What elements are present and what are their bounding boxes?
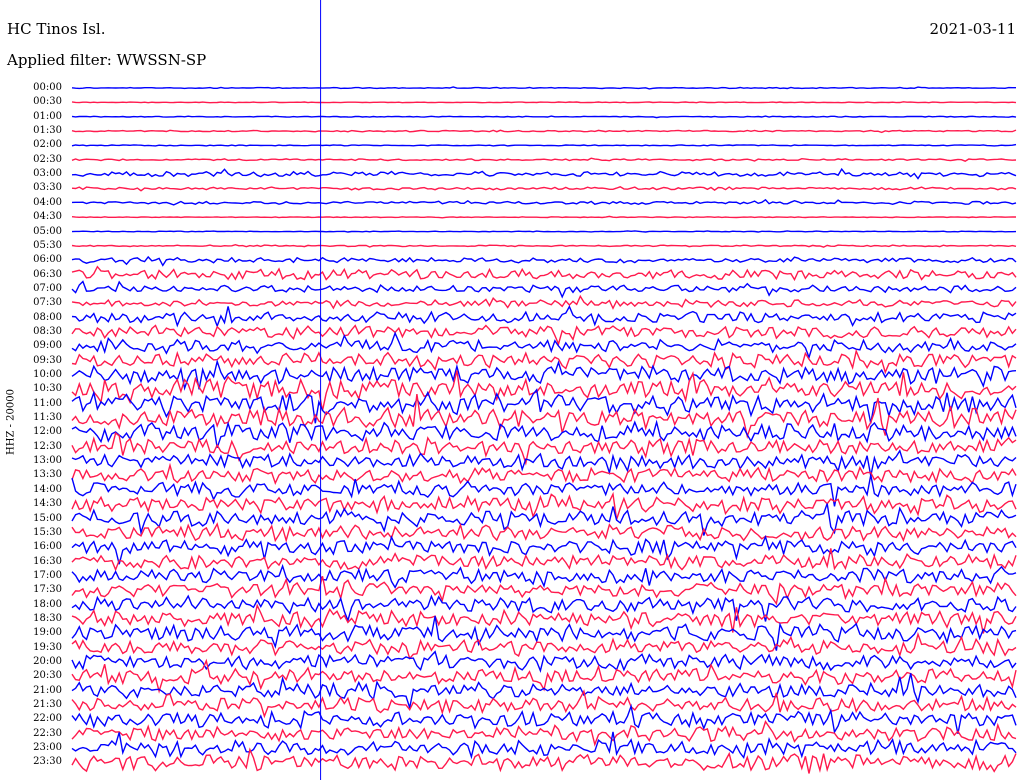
trace-row-40 [71,650,1017,673]
trace-row-7 [71,186,1017,192]
trace-row-19 [71,348,1017,375]
trace-row-38 [71,615,1017,651]
trace-row-31 [71,522,1017,543]
trace-row-9 [71,215,1016,219]
trace-row-17 [71,324,1017,347]
trace-row-34 [71,563,1017,589]
trace-row-3 [71,129,1017,134]
trace-row-13 [71,265,1017,282]
trace-row-14 [71,280,1017,299]
trace-row-45 [71,720,1017,747]
trace-row-8 [71,198,1017,206]
trace-row-5 [71,157,1017,162]
trace-row-0 [71,86,1016,90]
trace-row-20 [71,358,1017,391]
trace-row-6 [71,167,1017,180]
trace-row-4 [71,143,1017,147]
trace-row-12 [71,255,1017,267]
trace-row-47 [71,747,1017,774]
trace-row-11 [71,243,1017,248]
trace-row-16 [71,305,1017,328]
helicorder-plot [71,0,1017,780]
trace-row-27 [71,462,1017,485]
trace-row-15 [71,294,1017,310]
trace-row-10 [71,230,1017,233]
trace-row-2 [71,115,1017,119]
trace-row-1 [71,101,1017,104]
trace-row-43 [71,689,1017,719]
trace-row-33 [71,548,1017,572]
